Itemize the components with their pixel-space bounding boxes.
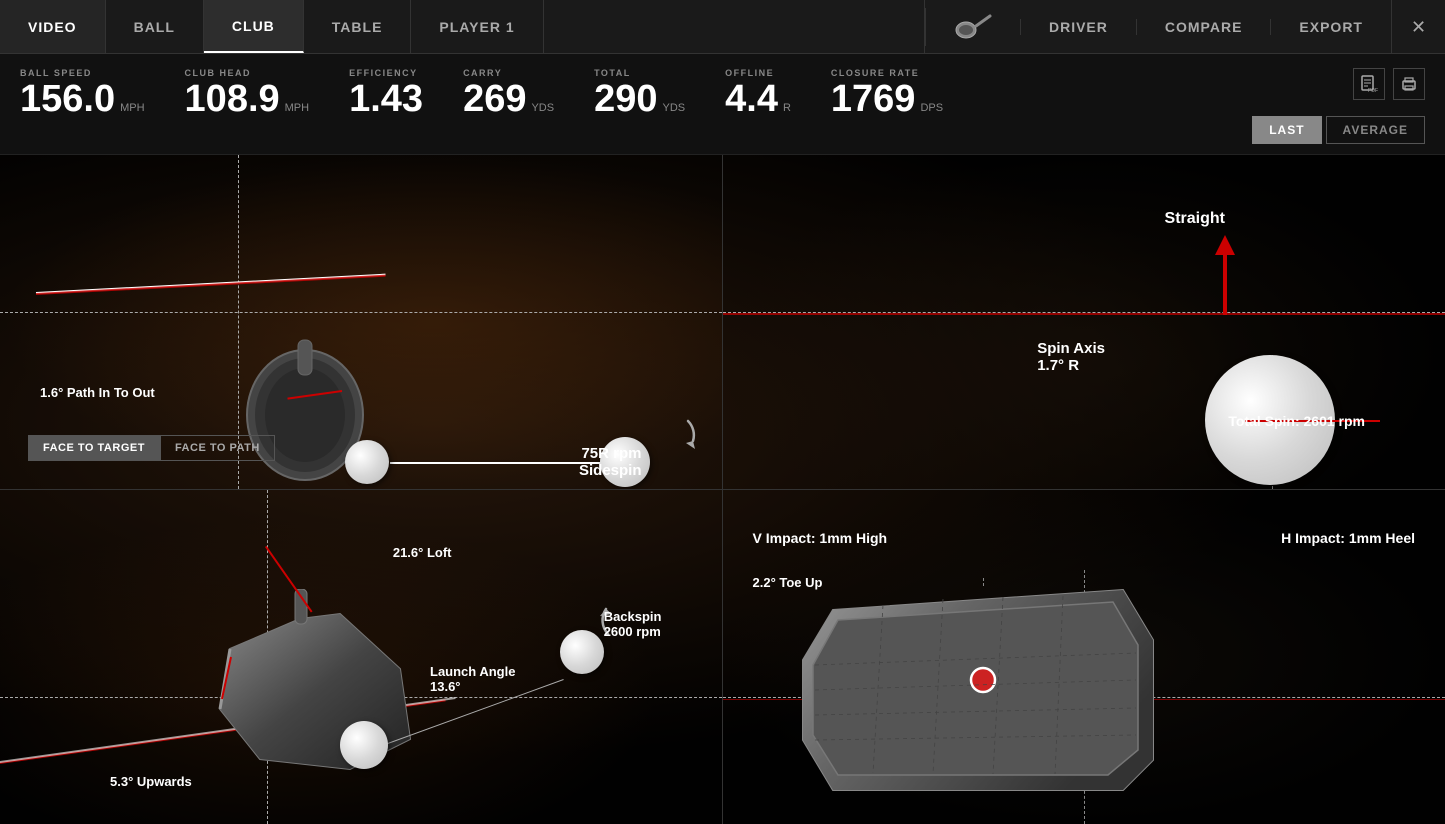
closure-rate-value: 1769 DPS [831, 80, 943, 118]
sidespin-arrow [648, 411, 698, 466]
club-side-view [200, 589, 420, 794]
pdf-icon[interactable]: PDF [1353, 68, 1385, 100]
last-button[interactable]: LAST [1252, 116, 1321, 144]
main-content: 1.6° Path In To Out 0.5° Face Open 75R r… [0, 155, 1445, 824]
straight-label: Straight [1165, 210, 1225, 228]
side-view: 21.6° Loft Launch Angle 13.6° Backspin 2… [0, 490, 723, 824]
face-to-path-btn[interactable]: FACE TO PATH [160, 435, 275, 461]
nav-table[interactable]: TABLE [304, 0, 412, 53]
face-buttons: FACE TO TARGET FACE TO PATH [28, 435, 275, 461]
stat-efficiency: EFFICIENCY 1.43 [349, 68, 423, 118]
average-button[interactable]: AVERAGE [1326, 116, 1425, 144]
nav-club[interactable]: CLUB [204, 0, 304, 53]
toe-up-label: 2.2° Toe Up [753, 575, 823, 590]
carry-label: CARRY [463, 68, 554, 78]
face-to-target-btn[interactable]: FACE TO TARGET [28, 435, 160, 461]
total-label: TOTAL [594, 68, 685, 78]
nav-video[interactable]: VIDEO [0, 0, 106, 53]
offline-value: 4.4 R [725, 80, 791, 118]
svg-text:PDF: PDF [1368, 88, 1378, 93]
ball-speed-label: BALL SPEED [20, 68, 145, 78]
golf-ball-1 [345, 440, 389, 484]
efficiency-value: 1.43 [349, 80, 423, 118]
stats-bar: BALL SPEED 156.0 MPH CLUB HEAD 108.9 MPH… [0, 54, 1445, 155]
efficiency-label: EFFICIENCY [349, 68, 423, 78]
stat-carry: CARRY 269 YDS [463, 68, 554, 118]
upwards-annotation: 5.3° Upwards [110, 774, 192, 789]
impact-ball [340, 721, 388, 769]
carry-value: 269 YDS [463, 80, 554, 118]
print-icon[interactable] [1393, 68, 1425, 100]
club-path-view: 1.6° Path In To Out 0.5° Face Open 75R r… [0, 155, 723, 490]
launch-angle-annotation: Launch Angle 13.6° [430, 664, 515, 694]
total-spin-label: Total Spin: 2601 rpm [1228, 413, 1365, 429]
driver-icon-area [925, 8, 1020, 46]
driver-icon [954, 8, 992, 46]
nav-ball[interactable]: BALL [106, 0, 204, 53]
stat-total: TOTAL 290 YDS [594, 68, 685, 118]
straight-arrow [1215, 235, 1235, 315]
stat-closure-rate: CLOSURE RATE 1769 DPS [831, 68, 943, 118]
total-value: 290 YDS [594, 80, 685, 118]
v-impact-label: V Impact: 1mm High [753, 530, 888, 546]
top-nav: VIDEO BALL CLUB TABLE PLAYER 1 DRIVER CO… [0, 0, 1445, 54]
nav-compare[interactable]: COMPARE [1136, 19, 1271, 35]
spin-view: Straight Spin Axis 1.7° R Total Spin: 26… [723, 155, 1445, 490]
nav-right: DRIVER COMPARE EXPORT [924, 0, 1391, 53]
club-head-value: 108.9 MPH [185, 80, 310, 118]
nav-player1[interactable]: PLAYER 1 [411, 0, 543, 53]
spin-axis-text: Spin Axis 1.7° R [1037, 340, 1105, 374]
closure-rate-label: CLOSURE RATE [831, 68, 943, 78]
loft-annotation: 21.6° Loft [393, 545, 452, 560]
driver-face-view [783, 580, 1163, 805]
stat-offline: OFFLINE 4.4 R [725, 68, 791, 118]
close-button[interactable]: ✕ [1391, 0, 1445, 54]
backspin-annotation: Backspin 2600 rpm [604, 609, 662, 639]
offline-label: OFFLINE [725, 68, 791, 78]
last-average-toggle: LAST AVERAGE [1252, 116, 1425, 144]
stat-club-head: CLUB HEAD 108.9 MPH [185, 68, 310, 118]
stat-ball-speed: BALL SPEED 156.0 MPH [20, 68, 145, 118]
impact-view: V Impact: 1mm High H Impact: 1mm Heel 2.… [723, 490, 1445, 824]
club-head-label: CLUB HEAD [185, 68, 310, 78]
h-impact-label: H Impact: 1mm Heel [1281, 530, 1415, 546]
path-annotation: 1.6° Path In To Out [40, 385, 155, 400]
action-icons: PDF [1353, 68, 1425, 100]
nav-driver-label[interactable]: DRIVER [1020, 19, 1136, 35]
sidespin-label: 75R rpm Sidespin [579, 445, 642, 479]
ball-speed-value: 156.0 MPH [20, 80, 145, 118]
nav-export[interactable]: EXPORT [1270, 19, 1391, 35]
